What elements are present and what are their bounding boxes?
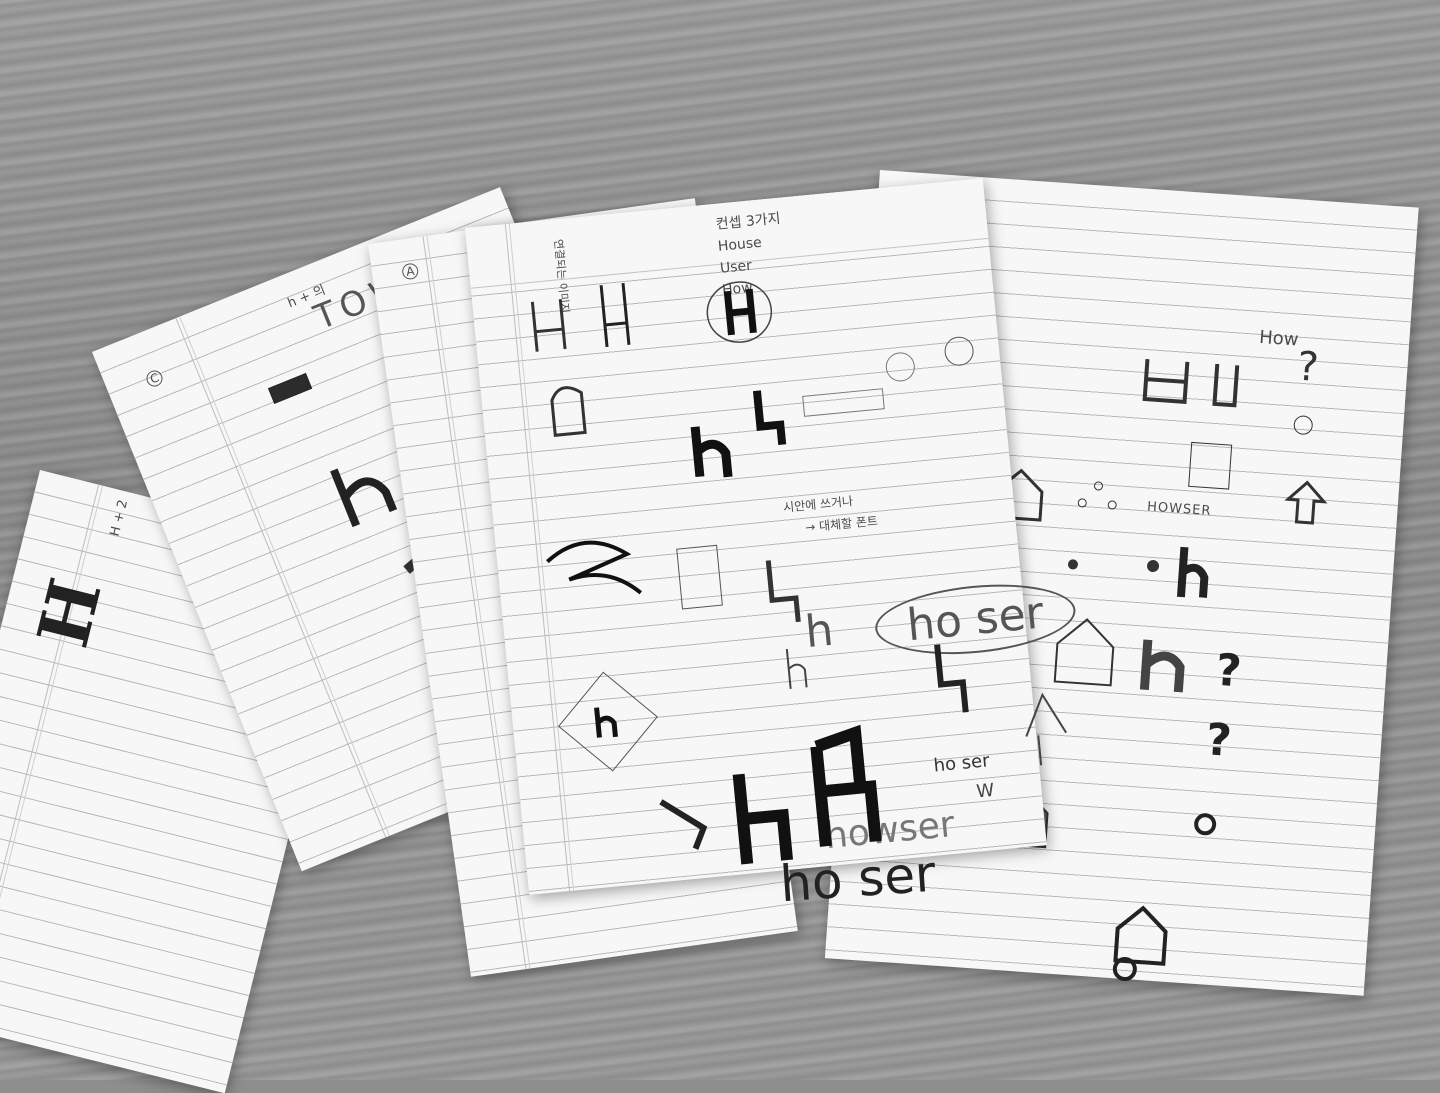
question-mark-icon: ?	[1204, 714, 1233, 767]
sheet-a-corner-label: A	[401, 262, 420, 281]
chair-sketch	[752, 390, 787, 445]
network-node-icon	[1107, 500, 1117, 510]
chair-sketch	[934, 644, 969, 713]
magnifier-icon	[1194, 813, 1217, 836]
house-arrow-icon	[1284, 480, 1328, 525]
chair-sketches	[530, 281, 1067, 865]
chair-sketch	[1212, 363, 1240, 408]
house-icon	[1053, 618, 1115, 687]
chair-sketch	[765, 560, 801, 623]
cube-chair-sketch	[676, 544, 723, 610]
document-icon	[1188, 441, 1233, 490]
bulb-sketch	[885, 352, 915, 382]
chair-sketch	[550, 386, 587, 437]
wordmark-big: ho ser	[778, 844, 938, 914]
question-mark-icon: ?	[1214, 645, 1243, 698]
sketch-sheet-main: 연결되는 이미지 컨셉 3가지 House User How 시안에 쓰거나 →…	[465, 178, 1079, 895]
scribble-sketch	[546, 540, 643, 595]
chair-sketch	[530, 299, 567, 352]
lightbulb-icon	[1293, 415, 1313, 435]
chair-sketch	[659, 799, 708, 850]
diamond-frame	[557, 671, 658, 772]
question-mark-icon: ?	[1296, 344, 1320, 391]
sheet-b-monogram: H	[21, 570, 118, 655]
h-letter-sketch	[690, 426, 733, 478]
chair-sketch	[723, 288, 757, 336]
chair-sketch	[1142, 358, 1190, 404]
h-letter-icon	[1176, 546, 1209, 598]
h-chair-big	[732, 773, 794, 865]
h-house-icon	[1139, 639, 1185, 693]
network-node-icon	[1067, 559, 1078, 570]
sheet-c-corner-label: C	[144, 368, 165, 389]
sketch-h-letter	[330, 468, 398, 528]
network-node-icon	[1077, 498, 1087, 508]
chair-sketch	[599, 282, 631, 348]
h-letter-sketch	[594, 707, 618, 738]
h-letter-thin	[785, 648, 808, 690]
bulb-sketch	[944, 336, 974, 366]
sheet-b-side-note: H + 2	[107, 498, 132, 538]
house-icon	[1113, 905, 1168, 966]
sketch-block	[267, 372, 313, 405]
bench-sketch	[802, 388, 885, 417]
network-node-icon	[1093, 481, 1103, 491]
network-node-icon	[1147, 560, 1160, 573]
